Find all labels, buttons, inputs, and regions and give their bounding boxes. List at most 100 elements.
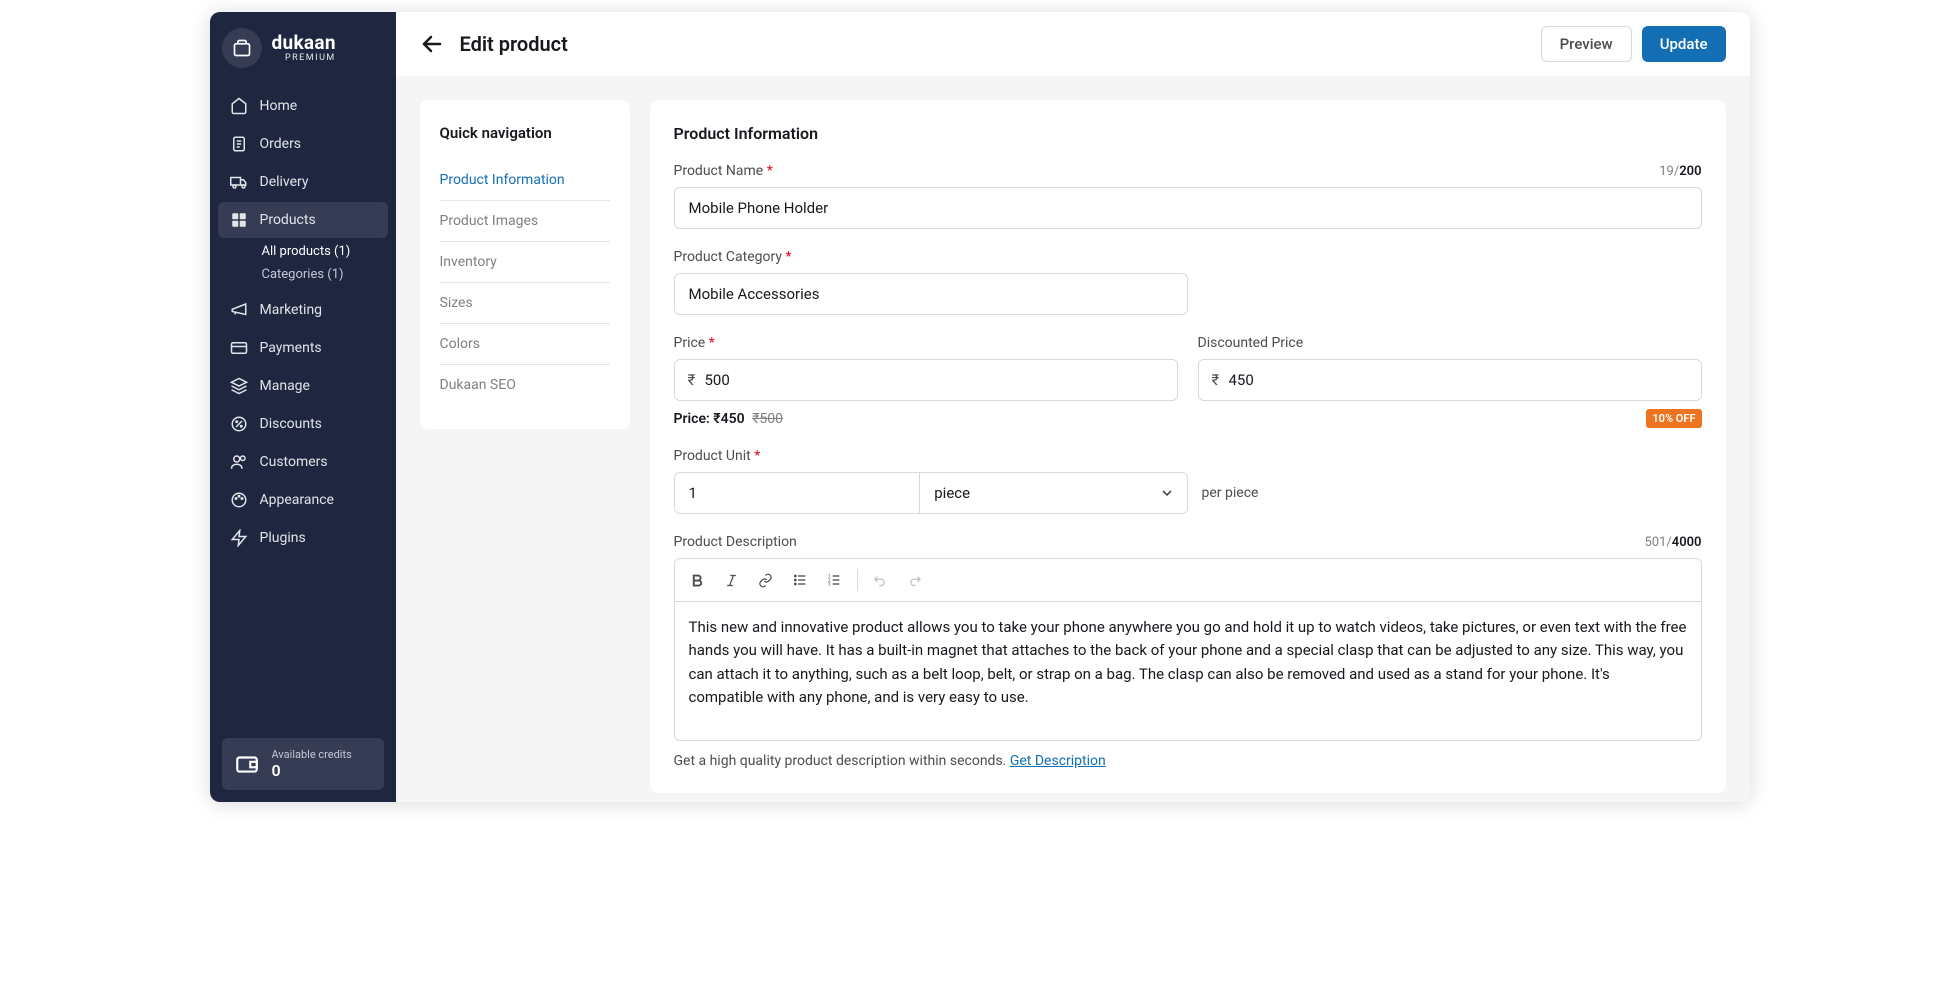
qn-colors[interactable]: Colors [440,324,610,365]
nav-products[interactable]: Products [218,202,388,238]
header-left: Edit product [420,32,568,56]
nav-home[interactable]: Home [218,88,388,124]
price-display: Price: ₹450 ₹500 10% OFF [674,409,1702,428]
nav-label: Plugins [260,530,306,546]
subnav-categories[interactable]: Categories (1) [262,263,388,286]
qn-product-images[interactable]: Product Images [440,201,610,242]
qn-product-information[interactable]: Product Information [440,160,610,201]
discount-badge: 10% OFF [1646,409,1701,428]
content-area: Quick navigation Product Information Pro… [396,76,1750,802]
logo-area: dukaan PREMIUM [210,12,396,88]
credits-label: Available credits [272,748,352,761]
palette-icon [230,491,248,509]
nav-delivery[interactable]: Delivery [218,164,388,200]
redo-button[interactable] [900,563,930,597]
product-unit-group: Product Unit * piece per piece [674,448,1702,514]
nav-payments[interactable]: Payments [218,330,388,366]
credits-text: Available credits 0 [272,748,352,780]
bullet-list-icon [792,572,808,588]
price-label: Price * [674,335,715,351]
unit-quantity-input[interactable] [675,473,921,513]
undo-icon [873,573,888,588]
numbered-list-button[interactable]: 123 [819,563,849,597]
back-button[interactable] [420,32,444,56]
layers-icon [230,377,248,395]
price-input[interactable] [674,359,1178,401]
nav-marketing[interactable]: Marketing [218,292,388,328]
product-category-group: Product Category * [674,249,1188,315]
product-category-label: Product Category * [674,249,792,265]
credits-value: 0 [272,761,352,780]
nav-orders[interactable]: Orders [218,126,388,162]
description-label: Product Description [674,534,797,550]
product-category-input[interactable] [674,273,1188,315]
nav-manage[interactable]: Manage [218,368,388,404]
description-editor[interactable]: This new and innovative product allows y… [674,601,1702,741]
credits-box[interactable]: Available credits 0 [222,738,384,790]
toolbar-divider [857,569,858,591]
arrow-left-icon [420,32,444,56]
quick-nav-heading: Quick navigation [440,124,610,142]
discounted-price-input[interactable] [1198,359,1702,401]
brand-text: dukaan PREMIUM [272,33,336,64]
link-icon [758,573,773,588]
sidebar: dukaan PREMIUM Home Orders Delivery Prod… [210,12,396,802]
nav-appearance[interactable]: Appearance [218,482,388,518]
brand-logo-icon [222,28,262,68]
product-name-label: Product Name * [674,163,773,179]
nav-label: Delivery [260,174,309,190]
main-navigation: Home Orders Delivery Products All produc… [210,88,396,726]
desc-char-count: 501/4000 [1644,535,1701,550]
svg-text:3: 3 [828,581,831,587]
preview-button[interactable]: Preview [1541,26,1632,62]
qn-sizes[interactable]: Sizes [440,283,610,324]
numbered-list-icon: 123 [826,572,842,588]
nav-label: Appearance [260,492,334,508]
nav-label: Customers [260,454,328,470]
bolt-icon [230,529,248,547]
nav-label: Discounts [260,416,322,432]
quick-navigation: Quick navigation Product Information Pro… [420,100,630,429]
nav-discounts[interactable]: Discounts [218,406,388,442]
truck-icon [230,173,248,191]
per-unit-text: per piece [1202,485,1259,501]
brand-tier: PREMIUM [272,54,336,64]
unit-type-select[interactable]: piece [920,473,1186,513]
nav-customers[interactable]: Customers [218,444,388,480]
qn-dukaan-seo[interactable]: Dukaan SEO [440,365,610,405]
discounted-price-group: Discounted Price ₹ [1198,335,1702,401]
link-button[interactable] [751,563,781,597]
product-name-group: Product Name * 19/200 [674,163,1702,229]
product-name-input[interactable] [674,187,1702,229]
megaphone-icon [230,301,248,319]
nav-label: Products [260,212,316,228]
price-group: Price * ₹ [674,335,1178,401]
bullet-list-button[interactable] [785,563,815,597]
home-icon [230,97,248,115]
page-header: Edit product Preview Update [396,12,1750,76]
bold-button[interactable] [683,563,713,597]
product-description-group: Product Description 501/4000 123 [674,534,1702,769]
users-icon [230,453,248,471]
price-summary: Price: ₹450 ₹500 [674,411,783,427]
subnav-all-products[interactable]: All products (1) [262,240,388,263]
product-unit-label: Product Unit * [674,448,761,464]
main-area: Edit product Preview Update Quick naviga… [396,12,1750,802]
nav-label: Orders [260,136,302,152]
discount-icon [230,415,248,433]
clipboard-icon [230,135,248,153]
update-button[interactable]: Update [1642,26,1726,62]
get-description-link[interactable]: Get Description [1010,753,1106,769]
nav-label: Marketing [260,302,323,318]
unit-type-value: piece [934,484,970,502]
undo-button[interactable] [866,563,896,597]
nav-plugins[interactable]: Plugins [218,520,388,556]
italic-button[interactable] [717,563,747,597]
products-subnav: All products (1) Categories (1) [218,240,388,286]
chevron-down-icon [1159,485,1175,501]
bold-icon [690,573,705,588]
currency-symbol: ₹ [688,371,696,389]
nav-label: Home [260,98,298,114]
qn-inventory[interactable]: Inventory [440,242,610,283]
redo-icon [907,573,922,588]
